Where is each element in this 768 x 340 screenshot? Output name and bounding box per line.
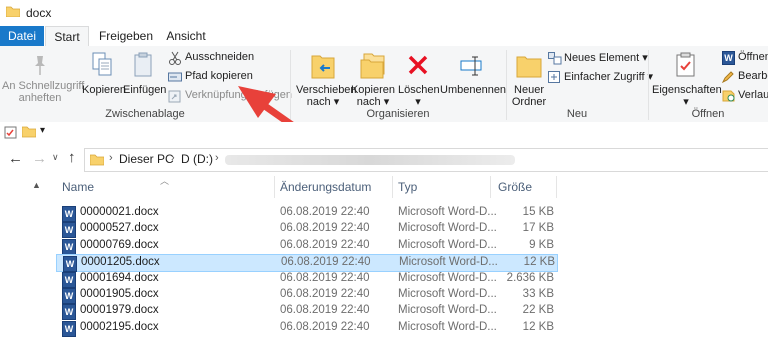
column-divider (490, 176, 491, 198)
customize-dropdown-icon[interactable]: ▾ (40, 125, 45, 136)
column-header-size[interactable]: Größe (498, 180, 532, 194)
up-arrow-icon[interactable]: ↑ (68, 149, 76, 166)
breadcrumb-chevron-icon: › (109, 152, 113, 164)
column-divider (556, 176, 557, 198)
column-divider (392, 176, 393, 198)
file-size: 2.636 KB (506, 271, 554, 284)
column-header-type[interactable]: Typ (398, 180, 417, 194)
file-modified: 06.08.2019 22:40 (280, 271, 370, 284)
forward-arrow-icon[interactable]: → (32, 150, 47, 167)
column-header-name[interactable]: Name (62, 180, 94, 194)
blurred-path-segment (225, 155, 515, 165)
scroll-up-icon[interactable]: ▲ (32, 180, 41, 190)
word-document-icon: W (62, 238, 76, 255)
file-type: Microsoft Word-D... (398, 288, 497, 300)
properties-small-icon[interactable] (4, 125, 17, 142)
folder-icon (89, 153, 105, 169)
file-name: 00000021.docx (80, 206, 159, 218)
address-bar[interactable]: › Dieser PC › D (D:) › (84, 148, 768, 172)
file-type: Microsoft Word-D... (398, 206, 497, 218)
file-modified: 06.08.2019 22:40 (280, 304, 370, 317)
file-type: Microsoft Word-D... (399, 256, 498, 269)
table-row[interactable]: W 00000021.docx 06.08.2019 22:40 Microsoft … (56, 205, 556, 222)
file-type: Microsoft Word-D... (398, 304, 497, 317)
file-modified: 06.08.2019 22:40 (280, 206, 370, 218)
new-folder-small-icon[interactable] (21, 125, 37, 141)
breadcrumb-dieser-pc[interactable]: Dieser PC (119, 152, 174, 166)
file-name: 00000769.docx (80, 238, 159, 251)
file-size: 12 KB (523, 256, 555, 269)
file-size: 17 KB (522, 222, 554, 235)
word-document-icon: W (62, 271, 76, 288)
file-name: 00001205.docx (81, 256, 160, 269)
table-row[interactable]: W 00002195.docx 06.08.2019 22:40 Microsoft … (56, 320, 556, 337)
file-type: Microsoft Word-D... (398, 320, 497, 333)
file-modified: 06.08.2019 22:40 (281, 256, 371, 269)
breadcrumb-drive-d[interactable]: D (D:) (181, 152, 213, 166)
breadcrumb-chevron-icon: › (171, 152, 175, 164)
file-modified: 06.08.2019 22:40 (280, 238, 370, 251)
table-row[interactable]: W 00001205.docx 06.08.2019 22:40 Microsoft … (56, 254, 558, 273)
sort-up-chevron-icon: ︿ (160, 176, 170, 186)
file-type: Microsoft Word-D... (398, 222, 497, 235)
table-row[interactable]: W 00001905.docx 06.08.2019 22:40 Microsoft … (56, 287, 556, 304)
word-document-icon: W (62, 288, 76, 304)
file-name: 00000527.docx (80, 222, 159, 235)
back-arrow-icon[interactable]: ← (8, 150, 23, 167)
file-size: 15 KB (522, 206, 554, 218)
file-size: 9 KB (529, 238, 554, 251)
column-divider (274, 176, 275, 198)
file-modified: 06.08.2019 22:40 (280, 320, 370, 333)
word-document-icon: W (62, 206, 76, 222)
file-size: 22 KB (522, 304, 554, 317)
file-name: 00002195.docx (80, 320, 159, 333)
file-size: 12 KB (522, 320, 554, 333)
column-header-modified[interactable]: Änderungsdatum (280, 180, 371, 194)
recent-dropdown-icon[interactable]: ∨ (52, 152, 59, 163)
word-document-icon: W (62, 320, 76, 337)
breadcrumb-chevron-icon: › (215, 152, 219, 164)
word-document-icon: W (62, 222, 76, 239)
quick-access-toolbar: ▾ (0, 122, 768, 142)
table-row[interactable]: W 00001694.docx 06.08.2019 22:40 Microsoft … (56, 271, 556, 288)
file-modified: 06.08.2019 22:40 (280, 288, 370, 300)
table-row[interactable]: W 00000769.docx 06.08.2019 22:40 Microsoft … (56, 238, 556, 255)
file-type: Microsoft Word-D... (398, 271, 497, 284)
file-modified: 06.08.2019 22:40 (280, 222, 370, 235)
file-name: 00001905.docx (80, 288, 159, 300)
file-size: 33 KB (522, 288, 554, 300)
file-type: Microsoft Word-D... (398, 238, 497, 251)
word-document-icon: W (62, 304, 76, 321)
file-name: 00001979.docx (80, 304, 159, 317)
file-name: 00001694.docx (80, 271, 159, 284)
table-row[interactable]: W 00001979.docx 06.08.2019 22:40 Microsoft … (56, 303, 556, 321)
table-row[interactable]: W 00000527.docx 06.08.2019 22:40 Microsoft … (56, 221, 556, 239)
